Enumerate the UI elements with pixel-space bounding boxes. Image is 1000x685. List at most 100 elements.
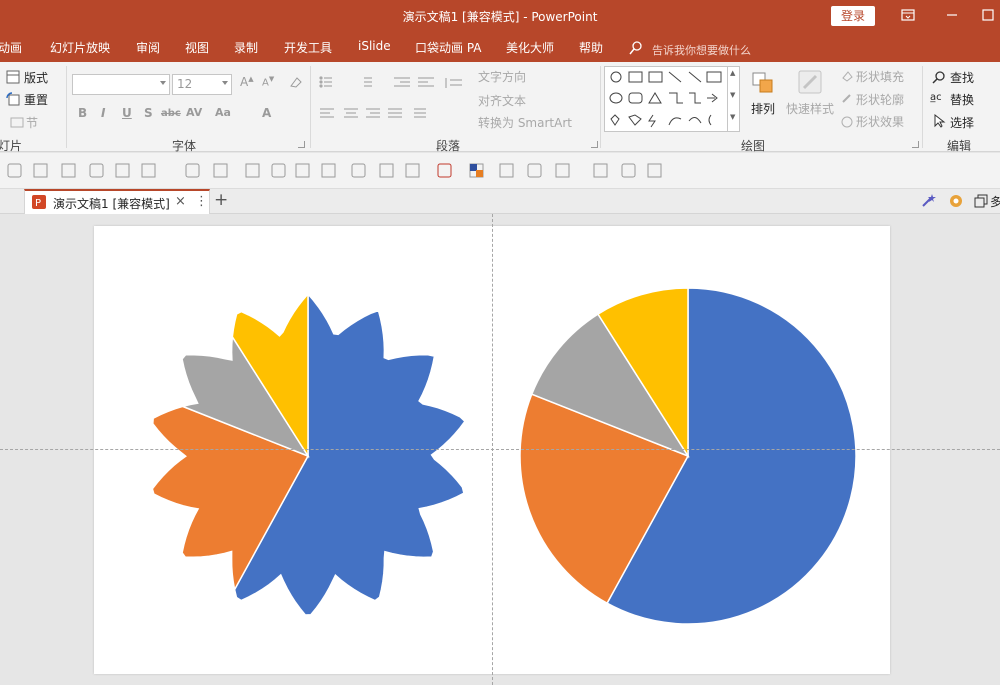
- font-dialog-launcher-icon[interactable]: [298, 141, 305, 148]
- tab-record[interactable]: 录制: [234, 39, 258, 56]
- shape-gallery[interactable]: ▲ ▼ ▼: [604, 66, 740, 132]
- toolbar-tool-icon[interactable]: [321, 163, 336, 178]
- find-button[interactable]: 查找: [950, 69, 974, 86]
- list-buttons-icon[interactable]: [318, 74, 468, 90]
- tab-beautify-master[interactable]: 美化大师: [506, 39, 554, 56]
- divider: [310, 66, 311, 148]
- tab-more-icon[interactable]: ⋮: [195, 194, 208, 209]
- toolbar-tool-icon[interactable]: [61, 163, 76, 178]
- toolbar-tool-icon[interactable]: [245, 163, 260, 178]
- section-button[interactable]: 节: [26, 114, 38, 131]
- toolbar-tool-icon[interactable]: [295, 163, 310, 178]
- shape-fill-button[interactable]: 形状填充: [856, 68, 904, 85]
- font-group-label: 字体: [172, 139, 197, 153]
- document-tab[interactable]: P 演示文稿1 [兼容模式] × ⋮: [24, 189, 210, 214]
- new-tab-button[interactable]: +: [214, 190, 228, 210]
- shape-effects-button[interactable]: 形状效果: [856, 113, 904, 130]
- shape-outline-button[interactable]: 形状轮廓: [856, 91, 904, 108]
- close-tab-icon[interactable]: ×: [175, 194, 186, 209]
- strikethrough-button[interactable]: abc: [161, 108, 181, 119]
- tell-me-input[interactable]: 告诉我你想要做什么: [652, 42, 751, 58]
- toolbar-tool-icon[interactable]: [115, 163, 130, 178]
- toolbar-tool-icon[interactable]: [593, 163, 608, 178]
- bold-button[interactable]: B: [78, 106, 87, 120]
- char-spacing-button[interactable]: AV: [186, 106, 202, 119]
- drawing-group-label: 绘图: [741, 139, 766, 153]
- replace-button[interactable]: 替换: [950, 91, 974, 108]
- toolbar-tool-icon[interactable]: [527, 163, 542, 178]
- tab-pocket-animation[interactable]: 口袋动画 PA: [415, 39, 482, 56]
- shadow-button[interactable]: S: [144, 106, 153, 120]
- toolbar-tool-icon[interactable]: [141, 163, 156, 178]
- minimize-icon[interactable]: [944, 7, 960, 23]
- gear-icon[interactable]: [948, 193, 964, 209]
- arrange-icon[interactable]: [750, 70, 776, 96]
- document-tab-title: 演示文稿1 [兼容模式]: [53, 197, 170, 211]
- shapes-gallery-icon[interactable]: [607, 69, 725, 129]
- window-option-text: 多: [990, 195, 1000, 209]
- font-color-icon[interactable]: A: [262, 106, 271, 120]
- toolbar-tool-icon[interactable]: [647, 163, 662, 178]
- tab-help[interactable]: 帮助: [579, 39, 603, 56]
- font-name-combo[interactable]: [72, 74, 170, 95]
- tab-islide[interactable]: iSlide: [358, 39, 391, 53]
- gallery-scroll[interactable]: ▲ ▼ ▼: [727, 67, 739, 131]
- reset-button[interactable]: 重置: [24, 91, 48, 108]
- toolbar-tool-icon[interactable]: [379, 163, 394, 178]
- restore-window-icon[interactable]: [974, 194, 988, 208]
- drawing-dialog-launcher-icon[interactable]: [912, 141, 919, 148]
- lightbulb-search-icon[interactable]: [628, 40, 644, 56]
- tab-developer[interactable]: 开发工具: [284, 39, 332, 56]
- tab-review[interactable]: 审阅: [136, 39, 160, 56]
- font-size-value: 12: [177, 77, 193, 91]
- layout-button[interactable]: 版式: [24, 69, 48, 86]
- paragraph-group-label: 段落: [436, 139, 461, 153]
- slide-workspace: [0, 214, 1000, 685]
- clear-format-icon[interactable]: [288, 74, 304, 90]
- tab-view[interactable]: 视图: [185, 39, 209, 56]
- toolbar-tool-icon[interactable]: [405, 163, 420, 178]
- align-buttons-icon[interactable]: [318, 106, 468, 122]
- toolbar-tool-icon[interactable]: [89, 163, 104, 178]
- font-size-combo[interactable]: 12: [172, 74, 232, 95]
- grow-font-icon[interactable]: A▲: [240, 75, 254, 89]
- text-direction-button[interactable]: 文字方向: [478, 68, 526, 85]
- gallery-up-icon[interactable]: ▲: [730, 69, 735, 77]
- toolbar-tool-icon[interactable]: [33, 163, 48, 178]
- divider: [922, 66, 923, 148]
- shrink-font-icon[interactable]: A▼: [262, 75, 274, 88]
- magic-wand-icon[interactable]: [920, 193, 936, 209]
- toolbar-tool-icon[interactable]: [213, 163, 228, 178]
- horizontal-guide[interactable]: [0, 449, 1000, 450]
- restore-icon[interactable]: [980, 7, 996, 23]
- underline-button[interactable]: U: [122, 106, 132, 120]
- toolbar-tool-icon[interactable]: [437, 163, 452, 178]
- change-case-button[interactable]: Aa: [215, 106, 231, 119]
- toolbar-tool-icon[interactable]: [185, 163, 200, 178]
- toolbar-tool-icon[interactable]: [621, 163, 636, 178]
- select-button[interactable]: 选择: [950, 114, 974, 131]
- tab-animations[interactable]: 动画: [0, 39, 22, 56]
- toolbar-tool-icon[interactable]: [469, 163, 484, 178]
- ribbon-body: 版式 重置 节 灯片 12 A▲ A▼ B I U S abc AV Aa A …: [0, 62, 1000, 153]
- toolbar-tool-icon[interactable]: [555, 163, 570, 178]
- tab-slideshow[interactable]: 幻灯片放映: [50, 39, 110, 56]
- gallery-more-icon[interactable]: ▼: [730, 113, 735, 121]
- quick-styles-icon[interactable]: [796, 68, 824, 96]
- paragraph-dialog-launcher-icon[interactable]: [591, 141, 598, 148]
- toolbar-tool-icon[interactable]: [351, 163, 366, 178]
- shape-format-icons: [841, 71, 853, 128]
- quick-tools-icons[interactable]: [0, 153, 1000, 189]
- quick-styles-button[interactable]: 快速样式: [786, 100, 834, 117]
- toolbar-tool-icon[interactable]: [499, 163, 514, 178]
- gallery-down-icon[interactable]: ▼: [730, 91, 735, 99]
- toolbar-tool-icon[interactable]: [271, 163, 286, 178]
- ribbon-display-options-icon[interactable]: [900, 7, 916, 23]
- toolbar-tool-icon[interactable]: [7, 163, 22, 178]
- login-button[interactable]: 登录: [831, 6, 875, 26]
- editing-group-label: 编辑: [947, 139, 972, 153]
- convert-smartart-button[interactable]: 转换为 SmartArt: [478, 114, 572, 131]
- italic-button[interactable]: I: [101, 106, 105, 120]
- arrange-button[interactable]: 排列: [751, 100, 775, 117]
- align-text-button[interactable]: 对齐文本: [478, 92, 526, 109]
